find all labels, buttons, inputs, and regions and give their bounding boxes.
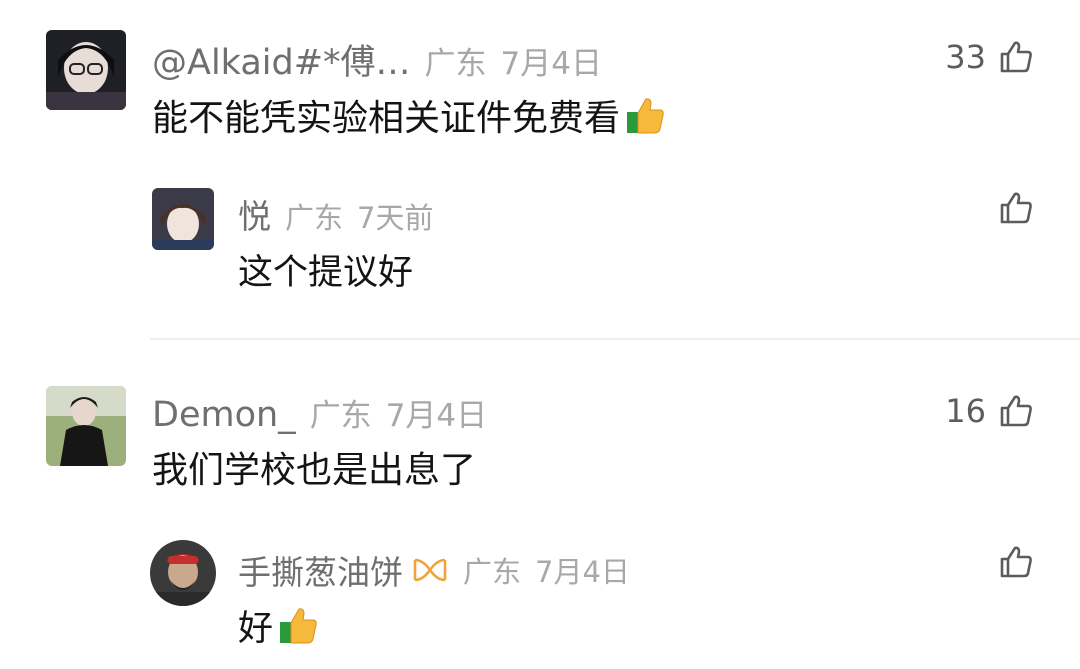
thumbs-up-emoji (277, 604, 319, 646)
comment-meta: Demon_ 广东 7月4日 (152, 390, 487, 435)
comment-date: 7天前 (357, 201, 434, 235)
comment-text: 我们学校也是出息了 (152, 450, 477, 491)
thumbs-up-icon (998, 393, 1034, 429)
thumbs-up-icon (998, 190, 1034, 226)
username[interactable]: 悦 (238, 190, 271, 238)
location: 广东 (285, 201, 344, 235)
avatar[interactable] (46, 386, 126, 466)
username[interactable]: 手撕葱油饼 (238, 546, 403, 594)
avatar[interactable] (152, 188, 214, 250)
thumbs-up-emoji (624, 94, 666, 136)
like-button[interactable] (998, 544, 1034, 580)
reply-text: 好 (238, 602, 319, 649)
comment-date: 7月4日 (500, 46, 602, 82)
like-button[interactable]: 33 (945, 38, 1034, 76)
like-button[interactable] (998, 190, 1034, 226)
comment-date: 7月4日 (535, 555, 630, 589)
divider (150, 338, 1080, 340)
comment-date: 7月4日 (385, 398, 488, 434)
username[interactable]: Demon_ (152, 395, 296, 435)
location: 广东 (463, 555, 522, 589)
avatar[interactable] (150, 540, 216, 606)
username[interactable]: @Alkaid#*傅… (152, 34, 411, 85)
like-button[interactable]: 16 (945, 392, 1034, 430)
avatar[interactable] (46, 30, 126, 110)
like-count: 16 (945, 392, 986, 430)
reply-meta: 手撕葱油饼 广东 7月4日 (238, 546, 630, 594)
thumbs-up-icon (998, 39, 1034, 75)
like-count: 33 (945, 38, 986, 76)
comment-meta: @Alkaid#*傅… 广东 7月4日 (152, 34, 602, 85)
location: 广东 (309, 398, 372, 434)
comment-text: 能不能凭实验相关证件免费看 (152, 92, 666, 139)
reply-meta: 悦 广东 7天前 (238, 190, 433, 238)
thumbs-up-icon (998, 544, 1034, 580)
vip-badge-icon (411, 556, 449, 584)
location: 广东 (424, 46, 487, 82)
reply-text: 这个提议好 (238, 252, 414, 293)
